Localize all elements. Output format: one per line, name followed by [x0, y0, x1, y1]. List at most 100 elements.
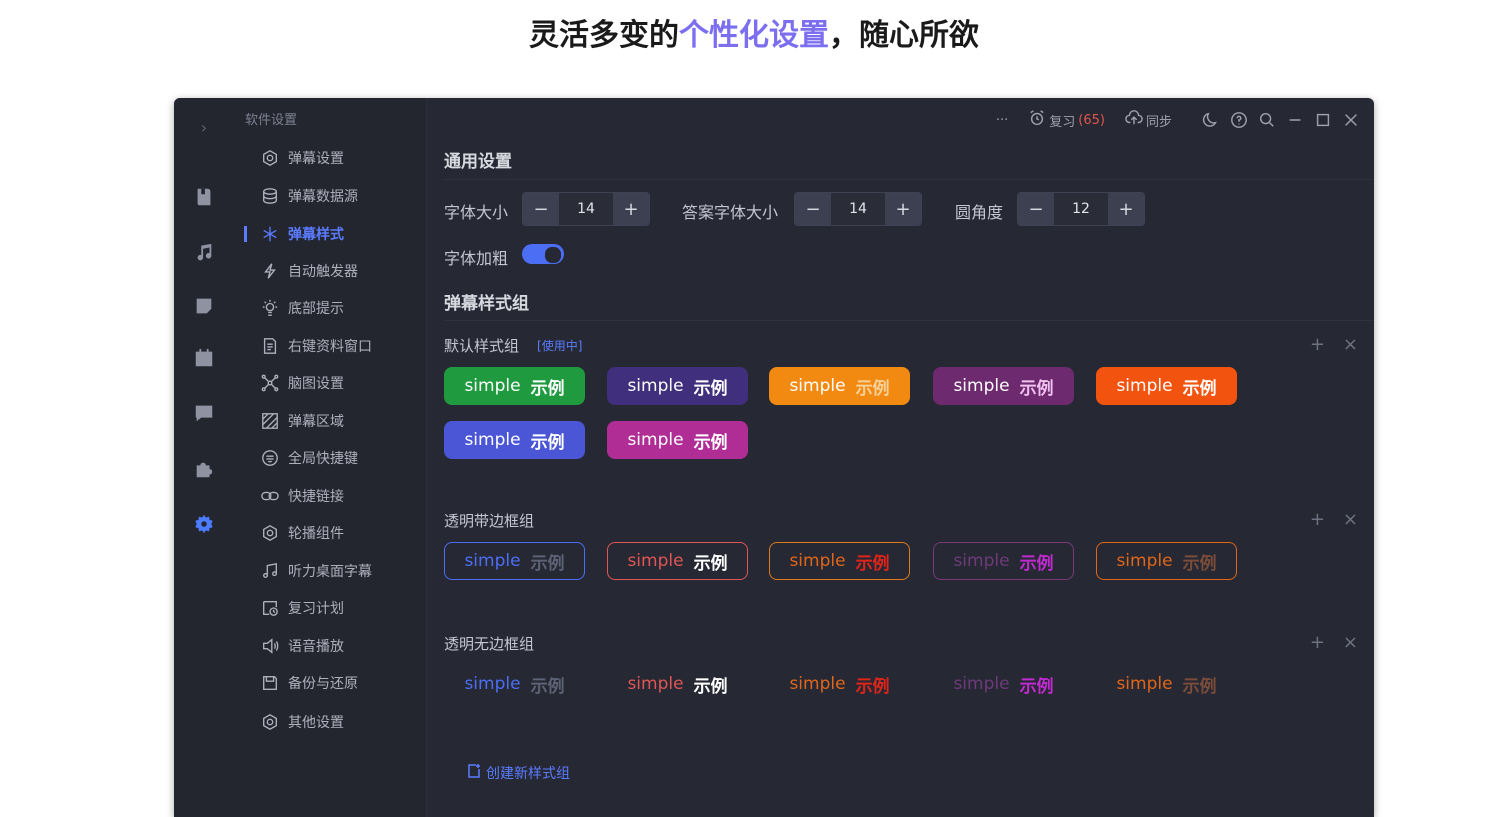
- note-icon[interactable]: [174, 291, 234, 321]
- answer-font-size-decrement[interactable]: −: [795, 193, 831, 225]
- ring-icon: [260, 148, 280, 168]
- book-icon[interactable]: [174, 182, 234, 212]
- music-icon[interactable]: [174, 238, 234, 268]
- chip-en-text: simple: [464, 430, 521, 450]
- settings-gear-icon[interactable]: [174, 509, 234, 539]
- add-style-button[interactable]: +: [1310, 334, 1325, 355]
- divider: [444, 320, 1374, 321]
- moon-icon[interactable]: [1202, 111, 1220, 129]
- music-note-icon: [260, 561, 280, 581]
- menu-item-auto-trigger[interactable]: 自动触发器: [260, 258, 358, 284]
- style-sample-chip[interactable]: simple 示例: [933, 367, 1074, 405]
- bold-font-toggle[interactable]: [522, 244, 564, 264]
- menu-item-other-settings[interactable]: 其他设置: [260, 709, 344, 735]
- chip-en-text: simple: [464, 674, 521, 694]
- message-icon[interactable]: [174, 398, 234, 428]
- font-size-value[interactable]: 14: [559, 193, 613, 225]
- menu-item-context-window[interactable]: 右键资料窗口: [260, 333, 372, 359]
- answer-font-size-value[interactable]: 14: [831, 193, 885, 225]
- style-sample-chip[interactable]: simple 示例: [607, 421, 748, 459]
- settings-window: › 软件设置 弹幕设置 弹幕数据源 弹幕样式 自动触发器 底部提示 右键资料窗口…: [174, 98, 1374, 817]
- more-button[interactable]: ···: [996, 113, 1008, 128]
- menu-item-label: 右键资料窗口: [288, 339, 372, 355]
- minimize-icon[interactable]: [1286, 111, 1304, 129]
- menu-item-danmaku-area[interactable]: 弹幕区域: [260, 408, 344, 434]
- menu-item-quick-links[interactable]: 快捷链接: [260, 483, 344, 509]
- chip-en-text: simple: [627, 430, 684, 450]
- menu-item-label: 脑图设置: [288, 376, 344, 392]
- save-icon: [260, 673, 280, 693]
- chip-zh-text: 示例: [1182, 553, 1217, 574]
- menu-item-review-plan[interactable]: 复习计划: [260, 595, 344, 621]
- answer-font-size-increment[interactable]: +: [885, 193, 921, 225]
- chip-en-text: simple: [627, 674, 684, 694]
- settings-menu: 软件设置 弹幕设置 弹幕数据源 弹幕样式 自动触发器 底部提示 右键资料窗口 脑…: [234, 98, 427, 817]
- style-sample-chip[interactable]: simple 示例: [933, 665, 1074, 703]
- style-sample-chip[interactable]: simple 示例: [769, 665, 910, 703]
- menu-item-global-hotkeys[interactable]: 全局快捷键: [260, 445, 358, 471]
- menu-item-danmaku-settings[interactable]: 弹幕设置: [260, 145, 344, 171]
- style-sample-chip[interactable]: simple 示例: [1096, 542, 1237, 580]
- style-sample-chip[interactable]: simple 示例: [607, 542, 748, 580]
- radius-label: 圆角度: [955, 203, 1004, 222]
- font-size-stepper: − 14 +: [522, 192, 650, 226]
- keyboard-icon: [260, 448, 280, 468]
- delete-group-button[interactable]: ×: [1343, 632, 1358, 653]
- asterisk-icon: [260, 224, 280, 244]
- radius-decrement[interactable]: −: [1018, 193, 1054, 225]
- menu-item-desktop-subtitles[interactable]: 听力桌面字幕: [260, 558, 372, 584]
- in-use-badge: [使用中]: [537, 339, 583, 353]
- menu-item-backup-restore[interactable]: 备份与还原: [260, 670, 358, 696]
- expand-chevron-icon[interactable]: ›: [174, 112, 234, 142]
- chip-zh-text: 示例: [693, 378, 728, 399]
- menu-item-data-source[interactable]: 弹幕数据源: [260, 183, 358, 209]
- create-style-group-button[interactable]: 创建新样式组: [466, 763, 570, 783]
- menu-item-label: 弹幕样式: [288, 227, 344, 243]
- help-icon[interactable]: [1230, 111, 1248, 129]
- style-sample-chip[interactable]: simple 示例: [607, 665, 748, 703]
- chip-zh-text: 示例: [530, 676, 565, 697]
- sync-button[interactable]: 同步: [1125, 109, 1172, 131]
- menu-item-danmaku-style[interactable]: 弹幕样式: [260, 221, 344, 247]
- maximize-icon[interactable]: [1314, 111, 1332, 129]
- style-sample-chip[interactable]: simple 示例: [1096, 367, 1237, 405]
- puzzle-icon[interactable]: [174, 454, 234, 484]
- style-sample-chip[interactable]: simple 示例: [933, 542, 1074, 580]
- link-icon: [260, 486, 280, 506]
- chip-zh-text: 示例: [693, 553, 728, 574]
- font-size-decrement[interactable]: −: [523, 193, 559, 225]
- style-sample-chip[interactable]: simple 示例: [607, 367, 748, 405]
- radius-increment[interactable]: +: [1108, 193, 1144, 225]
- delete-group-button[interactable]: ×: [1343, 509, 1358, 530]
- style-sample-chip[interactable]: simple 示例: [444, 665, 585, 703]
- toggle-knob: [545, 247, 561, 263]
- menu-item-bottom-hint[interactable]: 底部提示: [260, 295, 344, 321]
- search-icon[interactable]: [1258, 111, 1276, 129]
- menu-item-voice-playback[interactable]: 语音播放: [260, 633, 344, 659]
- review-button[interactable]: 复习 (65): [1028, 109, 1105, 131]
- chip-en-text: simple: [789, 551, 846, 571]
- close-icon[interactable]: [1342, 111, 1360, 129]
- menu-item-carousel[interactable]: 轮播组件: [260, 520, 344, 546]
- divider: [444, 179, 1374, 180]
- chip-en-text: simple: [953, 674, 1010, 694]
- style-sample-chip[interactable]: simple 示例: [769, 542, 910, 580]
- style-sample-chip[interactable]: simple 示例: [444, 421, 585, 459]
- menu-item-label: 快捷链接: [288, 489, 344, 505]
- style-sample-chip[interactable]: simple 示例: [444, 367, 585, 405]
- menu-item-mindmap[interactable]: 脑图设置: [260, 370, 344, 396]
- calendar-icon[interactable]: [174, 343, 234, 373]
- add-style-button[interactable]: +: [1310, 509, 1325, 530]
- delete-group-button[interactable]: ×: [1343, 334, 1358, 355]
- chip-zh-text: 示例: [693, 676, 728, 697]
- headline-highlight: 个性化设置: [679, 18, 829, 53]
- radius-value[interactable]: 12: [1054, 193, 1108, 225]
- style-sample-chip[interactable]: simple 示例: [769, 367, 910, 405]
- style-sample-chip[interactable]: simple 示例: [1096, 665, 1237, 703]
- font-size-increment[interactable]: +: [613, 193, 649, 225]
- add-style-button[interactable]: +: [1310, 632, 1325, 653]
- chip-zh-text: 示例: [1019, 676, 1054, 697]
- style-sample-chip[interactable]: simple 示例: [444, 542, 585, 580]
- review-label: 复习: [1049, 114, 1076, 130]
- menu-item-label: 全局快捷键: [288, 451, 358, 467]
